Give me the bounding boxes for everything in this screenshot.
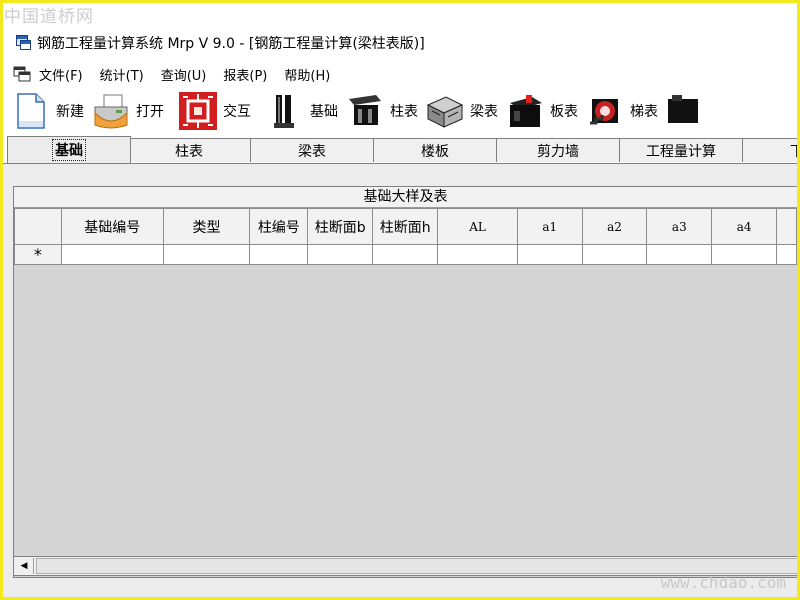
menu-help[interactable]: 帮助(H) bbox=[284, 65, 330, 84]
menu-query[interactable]: 查询(U) bbox=[161, 65, 207, 84]
open-printer-icon bbox=[92, 91, 130, 131]
table-cell[interactable] bbox=[60, 244, 164, 265]
tab-strip: 基础 柱表 梁表 楼板 剪力墙 工程量计算 下程 bbox=[3, 136, 797, 164]
toolbar-separator bbox=[172, 92, 173, 130]
column-table-label: 柱表 bbox=[390, 104, 418, 120]
table-cell[interactable] bbox=[162, 244, 251, 265]
beam-table-icon bbox=[426, 91, 464, 131]
column-header[interactable]: a2 bbox=[581, 208, 648, 245]
menu-report[interactable]: 报表(P) bbox=[223, 65, 267, 84]
foundation-icon bbox=[266, 91, 304, 131]
tab-beam[interactable]: 梁表 bbox=[250, 138, 374, 162]
table-cell[interactable] bbox=[711, 244, 777, 265]
stair-table-icon bbox=[586, 91, 624, 131]
open-button[interactable]: 打开 bbox=[92, 89, 164, 133]
column-header[interactable]: AL bbox=[437, 208, 518, 245]
header-row: 基础编号 类型 柱编号 柱断面b 柱断面h AL a1 a2 a3 a4 bbox=[14, 208, 797, 245]
window-title: 钢筋工程量计算系统 Mrp V 9.0 - [钢筋工程量计算(梁柱表版)] bbox=[37, 36, 425, 52]
beam-table-label: 梁表 bbox=[470, 104, 498, 120]
foundation-label: 基础 bbox=[310, 104, 338, 120]
table-cell[interactable] bbox=[646, 244, 713, 265]
column-header[interactable]: a3 bbox=[646, 208, 713, 245]
column-header[interactable]: 柱断面b bbox=[307, 208, 374, 245]
table-cell[interactable] bbox=[516, 244, 583, 265]
interact-label: 交互 bbox=[223, 104, 251, 120]
column-header[interactable]: a4 bbox=[711, 208, 777, 245]
tab-foundation[interactable]: 基础 bbox=[7, 136, 131, 163]
menubar: 文件(F) 统计(T) 查询(U) 报表(P) 帮助(H) bbox=[3, 62, 797, 86]
column-header[interactable]: 柱编号 bbox=[249, 208, 309, 245]
column-table-icon bbox=[346, 91, 384, 131]
scroll-thumb[interactable] bbox=[36, 558, 800, 574]
slab-table-label: 板表 bbox=[550, 104, 578, 120]
column-header[interactable]: 类型 bbox=[162, 208, 251, 245]
column-table-button[interactable]: 柱表 bbox=[346, 89, 418, 133]
tab-slab[interactable]: 楼板 bbox=[373, 138, 497, 162]
table-cell[interactable] bbox=[776, 244, 797, 265]
foundation-grid: 基础大样及表 基础编号 类型 柱编号 柱断面b 柱断面h AL a1 a2 a3… bbox=[13, 186, 797, 578]
interact-chip-icon bbox=[179, 91, 217, 131]
column-header[interactable]: a1 bbox=[516, 208, 583, 245]
row-header-corner[interactable] bbox=[14, 208, 62, 245]
grid-caption: 基础大样及表 bbox=[14, 187, 797, 208]
foundation-button[interactable]: 基础 bbox=[266, 89, 338, 133]
table-cell[interactable] bbox=[437, 244, 518, 265]
toolbar-separator bbox=[259, 92, 260, 130]
slab-table-button[interactable]: 板表 bbox=[506, 89, 578, 133]
slab-table-icon bbox=[506, 91, 544, 131]
column-header[interactable] bbox=[776, 208, 797, 245]
tab-column[interactable]: 柱表 bbox=[127, 138, 251, 162]
new-label: 新建 bbox=[56, 104, 84, 120]
scroll-left-arrow-icon[interactable]: ◀ bbox=[15, 558, 34, 574]
tab-shear-wall[interactable]: 剪力墙 bbox=[496, 138, 620, 162]
foundation-panel: 基础大样及表 基础编号 类型 柱编号 柱断面b 柱断面h AL a1 a2 a3… bbox=[3, 164, 800, 597]
open-label: 打开 bbox=[136, 104, 164, 120]
tab-quantity[interactable]: 工程量计算 bbox=[619, 138, 743, 162]
stair-table-label: 梯表 bbox=[630, 104, 658, 120]
table-cell[interactable] bbox=[249, 244, 309, 265]
window-titlebar: 钢筋工程量计算系统 Mrp V 9.0 - [钢筋工程量计算(梁柱表版)] bbox=[3, 28, 797, 58]
new-button[interactable]: 新建 bbox=[12, 89, 84, 133]
menu-file[interactable]: 文件(F) bbox=[39, 65, 83, 84]
table-cell[interactable] bbox=[307, 244, 374, 265]
toolbar-overflow-button[interactable] bbox=[666, 89, 710, 133]
document-icon[interactable] bbox=[13, 66, 31, 82]
table-cell[interactable] bbox=[581, 244, 648, 265]
column-header[interactable]: 柱断面h bbox=[372, 208, 439, 245]
data-table: 基础编号 类型 柱编号 柱断面b 柱断面h AL a1 a2 a3 a4 * bbox=[14, 208, 797, 265]
stair-table-button[interactable]: 梯表 bbox=[586, 89, 658, 133]
new-document-icon bbox=[12, 91, 50, 131]
column-header[interactable]: 基础编号 bbox=[60, 208, 164, 245]
new-row: * bbox=[14, 244, 797, 265]
new-row-marker[interactable]: * bbox=[14, 244, 62, 265]
tab-more[interactable]: 下程 bbox=[742, 138, 797, 162]
toolbar-overflow-icon bbox=[666, 91, 704, 131]
watermark-url: www.chdao.com bbox=[660, 573, 786, 592]
watermark-site-name: 中国道桥网 bbox=[4, 7, 94, 27]
interact-button[interactable]: 交互 bbox=[179, 89, 251, 133]
toolbar: 新建 打开 交互 基础 柱表 梁表 板表 梯表 bbox=[3, 88, 797, 134]
app-window-icon bbox=[15, 35, 31, 51]
beam-table-button[interactable]: 梁表 bbox=[426, 89, 498, 133]
menu-stats[interactable]: 统计(T) bbox=[100, 65, 144, 84]
table-cell[interactable] bbox=[372, 244, 439, 265]
